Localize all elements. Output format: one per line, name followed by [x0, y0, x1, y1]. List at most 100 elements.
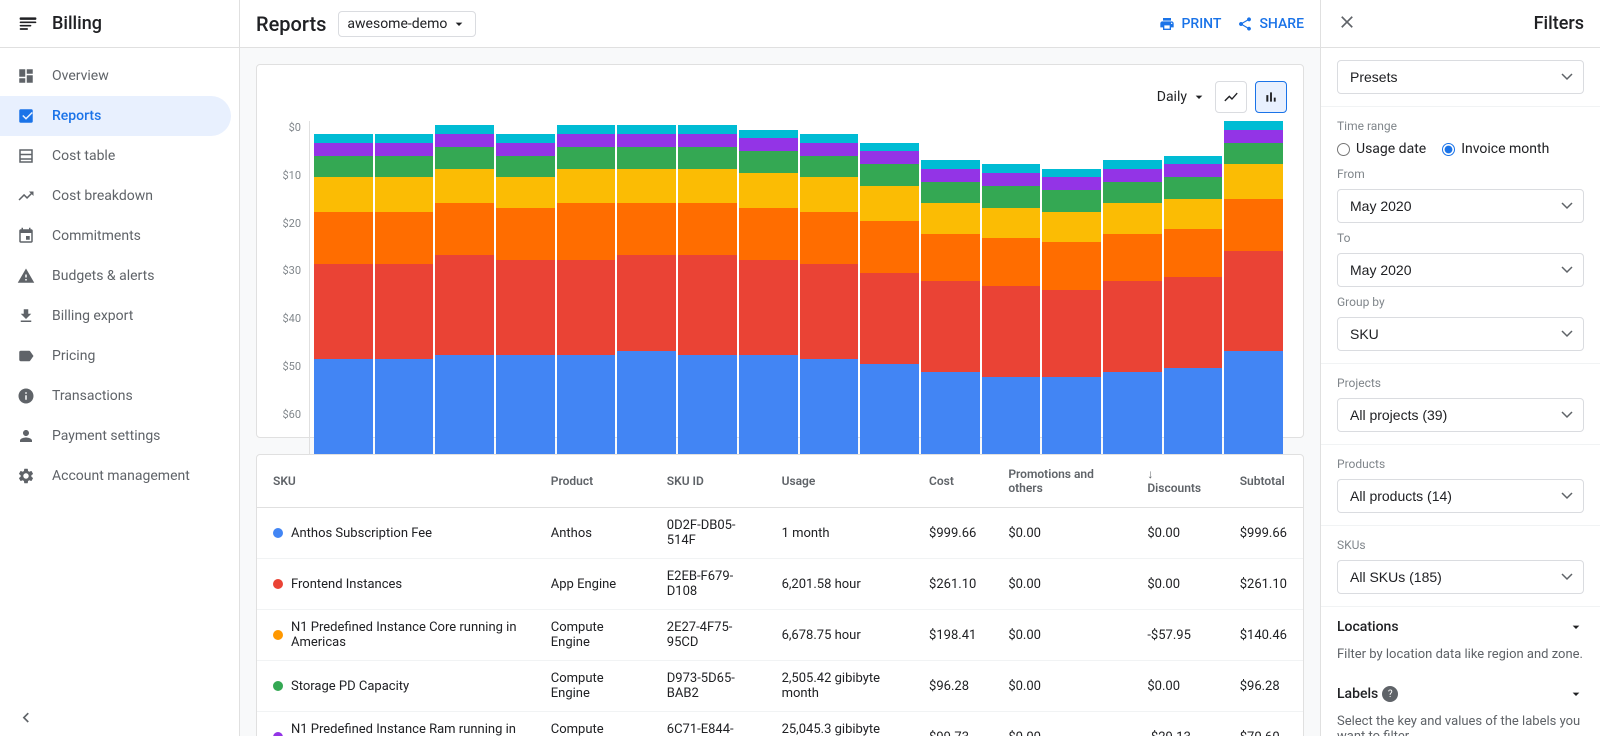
sidebar-item-transactions[interactable]: Transactions: [0, 376, 231, 416]
projects-select[interactable]: All projects (39): [1337, 398, 1584, 432]
bar-segment: [739, 208, 798, 260]
projects-filter: Projects All projects (39): [1321, 364, 1600, 445]
time-range-filter: Time range Usage date Invoice month From…: [1321, 107, 1600, 364]
topbar-actions: PRINT SHARE: [1159, 16, 1304, 32]
col-product: Product: [535, 455, 651, 508]
sku-color-dot: [273, 630, 283, 640]
bar-segment: [678, 134, 737, 147]
bar-segment: [800, 134, 859, 143]
share-label: SHARE: [1259, 16, 1304, 32]
collapse-sidebar-button[interactable]: [0, 700, 239, 736]
print-label: PRINT: [1181, 16, 1221, 32]
usage-date-option[interactable]: Usage date: [1337, 141, 1426, 157]
bar-segment: [557, 125, 616, 134]
invoice-month-option[interactable]: Invoice month: [1442, 141, 1549, 157]
from-select[interactable]: May 2020: [1337, 189, 1584, 223]
bar-segment: [678, 255, 737, 355]
sidebar-nav: Overview Reports Cost table Cost breakdo…: [0, 48, 239, 700]
sidebar-item-cost-breakdown[interactable]: Cost breakdown: [0, 176, 231, 216]
cost-cell: $96.28: [913, 661, 992, 712]
products-select[interactable]: All products (14): [1337, 479, 1584, 513]
project-selector[interactable]: awesome-demo: [338, 11, 476, 37]
bar-segment: [1164, 229, 1223, 277]
sku-cell: N1 Predefined Instance Core running in A…: [257, 610, 535, 661]
chart-area: $60 $50 $40 $30 $20 $10 $0 May 1May 3May…: [273, 121, 1287, 421]
bar-segment: [557, 203, 616, 259]
sidebar-item-billing-export[interactable]: Billing export: [0, 296, 231, 336]
discounts-cell: -$29.13: [1131, 712, 1223, 736]
table-row: N1 Predefined Instance Ram running in Am…: [257, 712, 1303, 736]
labels-help-icon: ?: [1382, 686, 1398, 702]
invoice-month-label: Invoice month: [1461, 141, 1549, 157]
sidebar-item-reports[interactable]: Reports: [0, 96, 231, 136]
sidebar-item-cost-table[interactable]: Cost table: [0, 136, 231, 176]
bar-segment: [982, 186, 1041, 208]
period-label: Daily: [1157, 89, 1187, 105]
bar-segment: [678, 169, 737, 204]
reports-icon: [16, 106, 36, 126]
chart-container: Daily $60 $50 $40 $30 $20 $10: [256, 64, 1304, 438]
invoice-month-radio[interactable]: [1442, 143, 1455, 156]
bar-segment: [314, 264, 373, 359]
bar-segment: [314, 177, 373, 212]
col-discounts[interactable]: ↓ Discounts: [1131, 455, 1223, 508]
sidebar-item-overview[interactable]: Overview: [0, 56, 231, 96]
sidebar-item-commitments[interactable]: Commitments: [0, 216, 231, 256]
main-content: Reports awesome-demo PRINT SHARE Daily: [240, 0, 1320, 736]
sidebar-label-reports: Reports: [52, 108, 101, 124]
close-filters-button[interactable]: [1337, 12, 1357, 36]
bar-segment: [678, 203, 737, 255]
billing-export-icon: [16, 306, 36, 326]
promotions-cell: $0.00: [992, 559, 1131, 610]
bar-segment: [375, 134, 434, 143]
sidebar-item-account-management[interactable]: Account management: [0, 456, 231, 496]
skus-label: SKUs: [1337, 538, 1584, 552]
sku-cell: N1 Predefined Instance Ram running in Am…: [257, 712, 535, 736]
bar-segment: [496, 156, 555, 178]
transactions-icon: [16, 386, 36, 406]
sidebar-item-pricing[interactable]: Pricing: [0, 336, 231, 376]
period-selector[interactable]: Daily: [1157, 89, 1207, 105]
bar-segment: [982, 238, 1041, 286]
bar-segment: [982, 173, 1041, 186]
sidebar-item-budgets[interactable]: Budgets & alerts: [0, 256, 231, 296]
subtotal-cell: $999.66: [1224, 508, 1303, 559]
cost-cell: $198.41: [913, 610, 992, 661]
promotions-cell: $0.00: [992, 661, 1131, 712]
skus-filter: SKUs All SKUs (185): [1321, 526, 1600, 607]
bar-chart-button[interactable]: [1255, 81, 1287, 113]
presets-filter: Presets: [1321, 48, 1600, 107]
sku-color-dot: [273, 528, 283, 538]
bar-segment: [314, 134, 373, 143]
product-cell: Compute Engine: [535, 610, 651, 661]
bar-segment: [921, 182, 980, 204]
share-button[interactable]: SHARE: [1237, 16, 1304, 32]
bar-segment: [1103, 203, 1162, 233]
promotions-cell: $0.00: [992, 508, 1131, 559]
group-by-select[interactable]: SKU: [1337, 317, 1584, 351]
y-axis: $60 $50 $40 $30 $20 $10 $0: [273, 121, 309, 421]
sidebar-label-payment: Payment settings: [52, 428, 160, 444]
bar-segment: [739, 260, 798, 355]
bar-segment: [1042, 212, 1101, 242]
usage-date-radio[interactable]: [1337, 143, 1350, 156]
line-chart-button[interactable]: [1215, 81, 1247, 113]
bar-segment: [435, 169, 494, 204]
col-promotions: Promotions and others: [992, 455, 1131, 508]
sku-cell: Frontend Instances: [257, 559, 535, 610]
labels-header[interactable]: Labels ?: [1321, 674, 1600, 714]
bar-segment: [860, 164, 919, 186]
sidebar-item-payment-settings[interactable]: Payment settings: [0, 416, 231, 456]
presets-select[interactable]: Presets: [1337, 60, 1584, 94]
bar-segment: [860, 151, 919, 164]
bar-segment: [1042, 190, 1101, 212]
budgets-icon: [16, 266, 36, 286]
locations-header[interactable]: Locations: [1321, 607, 1600, 647]
to-select[interactable]: May 2020: [1337, 253, 1584, 287]
table-row: Storage PD Capacity Compute Engine D973-…: [257, 661, 1303, 712]
bar-segment: [739, 138, 798, 151]
sidebar-label-overview: Overview: [52, 68, 109, 84]
bar-segment: [375, 212, 434, 264]
print-button[interactable]: PRINT: [1159, 16, 1221, 32]
skus-select[interactable]: All SKUs (185): [1337, 560, 1584, 594]
